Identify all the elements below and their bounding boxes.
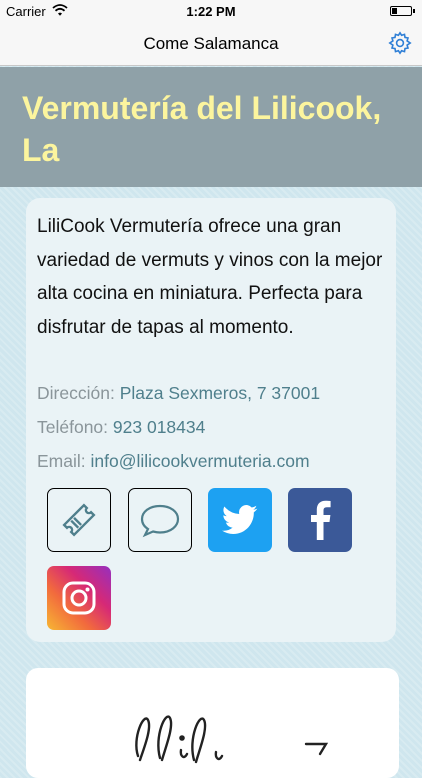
battery-icon <box>390 6 415 16</box>
facebook-button[interactable] <box>288 488 352 552</box>
navigation-bar: Come Salamanca <box>0 22 422 66</box>
ticket-icon <box>62 503 96 537</box>
email-row: Email: info@lilicookvermuteria.com <box>37 451 310 472</box>
venue-description: LiliCook Vermutería ofrece una gran vari… <box>37 216 383 338</box>
twitter-button[interactable] <box>208 488 272 552</box>
nav-title: Come Salamanca <box>143 34 279 53</box>
address-label: Dirección: <box>37 383 115 403</box>
venue-info-card: LiliCook Vermutería ofrece una gran vari… <box>26 198 396 642</box>
venue-logo-card <box>26 668 399 778</box>
venue-header: Vermutería del Lilicook, La <box>0 67 422 187</box>
comment-icon <box>140 504 180 538</box>
venue-logo-image <box>135 715 329 764</box>
twitter-icon <box>222 505 258 534</box>
status-bar: Carrier 1:22 PM <box>0 0 422 22</box>
facebook-icon <box>311 500 331 540</box>
phone-link[interactable]: 923 018434 <box>113 417 205 437</box>
instagram-icon <box>62 581 96 615</box>
comment-button[interactable] <box>128 488 192 552</box>
email-label: Email: <box>37 451 86 471</box>
address-link[interactable]: Plaza Sexmeros, 7 37001 <box>120 383 320 403</box>
address-row: Dirección: Plaza Sexmeros, 7 37001 <box>37 383 320 404</box>
instagram-button[interactable] <box>47 566 111 630</box>
ticket-button[interactable] <box>47 488 111 552</box>
clock: 1:22 PM <box>186 4 236 19</box>
phone-row: Teléfono: 923 018434 <box>37 417 205 438</box>
venue-name: Vermutería del Lilicook, La <box>22 90 382 168</box>
gear-icon[interactable] <box>388 31 412 55</box>
phone-label: Teléfono: <box>37 417 109 437</box>
email-link[interactable]: info@lilicookvermuteria.com <box>91 451 310 471</box>
